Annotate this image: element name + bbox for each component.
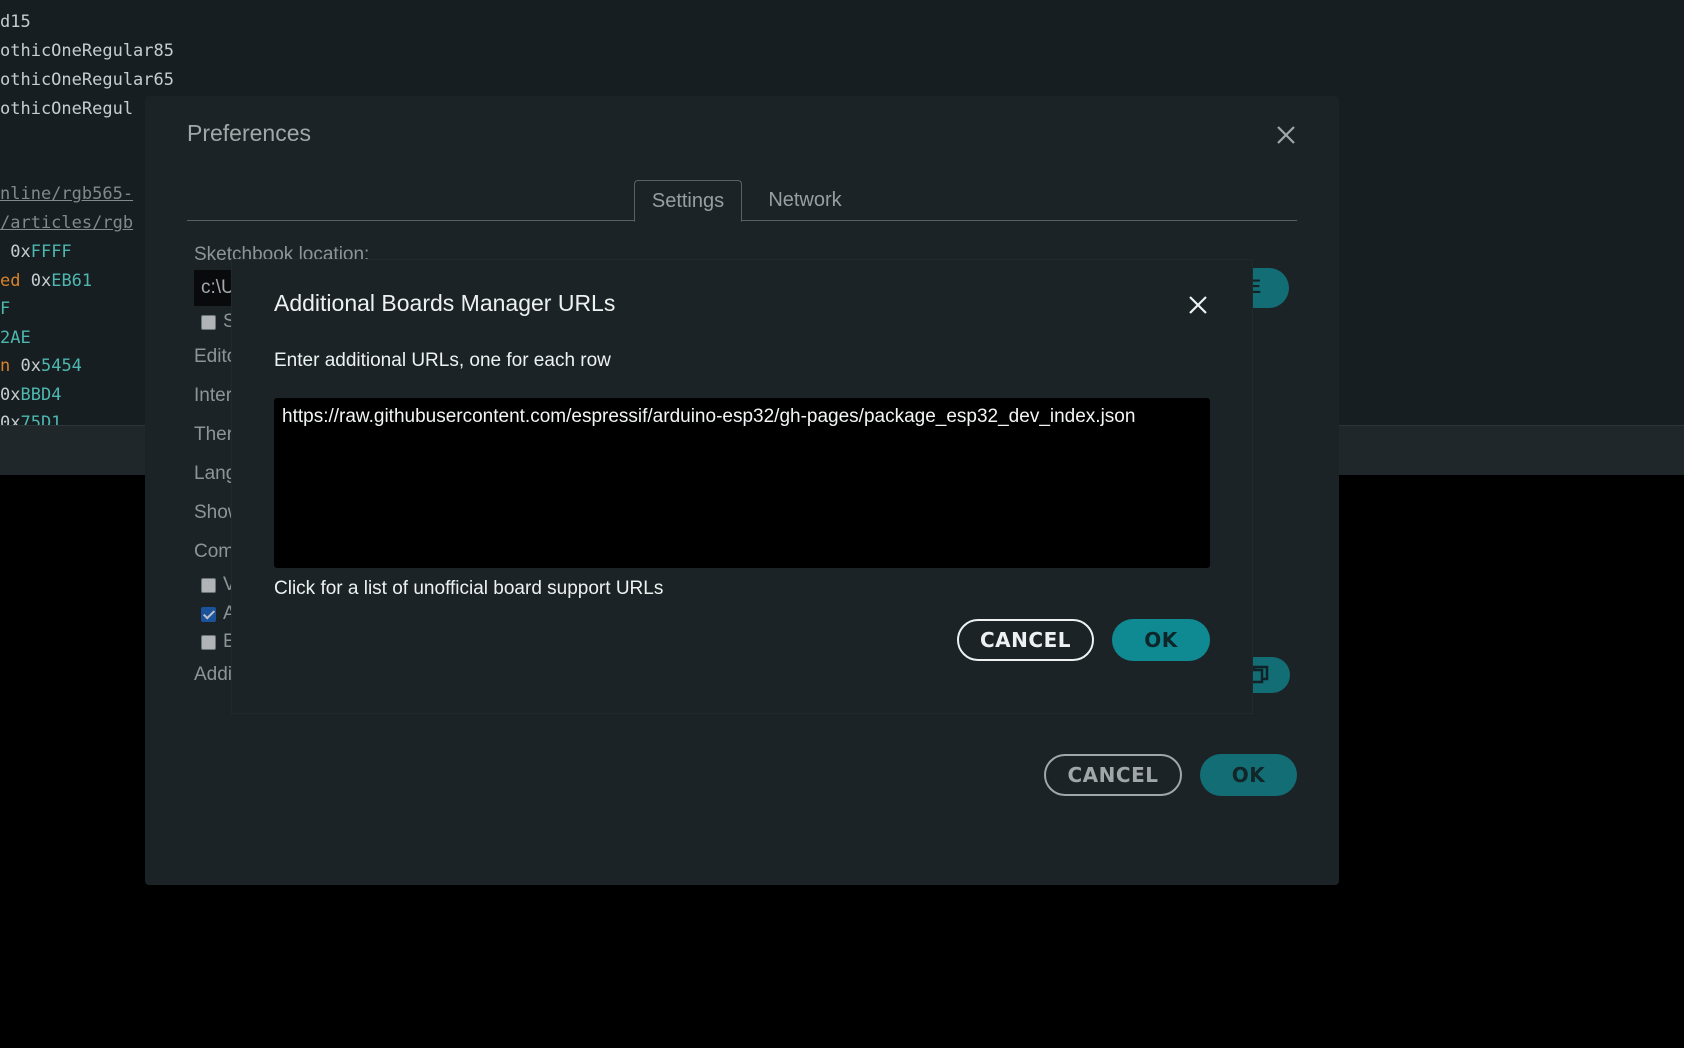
code-line: n 0x5454 <box>0 356 82 376</box>
code-line: 2AE <box>0 328 31 348</box>
code-line: 0xBBD4 <box>0 385 62 405</box>
code-line: /articles/rgb <box>0 213 134 233</box>
code-line: othicOneRegular85 <box>0 41 174 61</box>
code-line: 0x75D1 <box>0 413 62 425</box>
unofficial-urls-link[interactable]: Click for a list of unofficial board sup… <box>274 578 663 600</box>
boards-dialog-instruction: Enter additional URLs, one for each row <box>274 350 611 371</box>
boards-cancel-button[interactable]: CANCEL <box>957 619 1094 661</box>
code-line: d15 <box>0 12 31 32</box>
code-line: 0xFFFF <box>0 242 72 262</box>
urls-textarea[interactable]: https://raw.githubusercontent.com/espres… <box>274 398 1210 568</box>
code-line: nline/rgb565- <box>0 184 134 204</box>
boards-ok-button[interactable]: OK <box>1112 619 1210 661</box>
code-line: othicOneRegular65 <box>0 70 174 90</box>
code-line: othicOneRegul <box>0 99 134 119</box>
boards-dialog-close-icon[interactable] <box>1185 292 1211 318</box>
code-line: F <box>0 299 11 319</box>
code-line: ed 0xEB61 <box>0 271 93 291</box>
boards-dialog-title: Additional Boards Manager URLs <box>274 290 616 316</box>
additional-boards-dialog: Additional Boards Manager URLs Enter add… <box>232 260 1252 713</box>
